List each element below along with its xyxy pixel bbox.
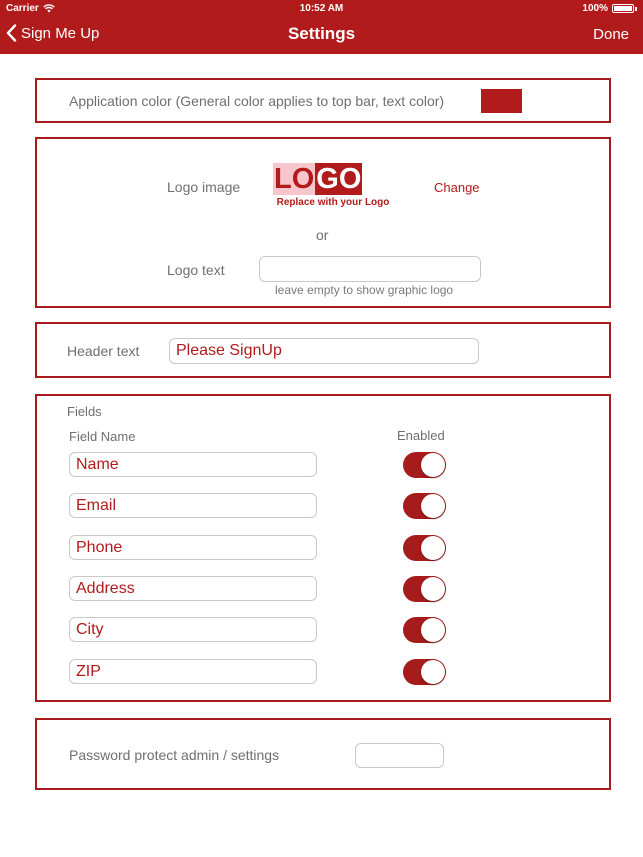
password-input[interactable] [355, 743, 444, 768]
back-button[interactable]: Sign Me Up [6, 24, 99, 42]
field-enabled-toggle[interactable] [403, 535, 446, 561]
toggle-knob [421, 577, 445, 601]
toggle-knob [421, 660, 445, 684]
toggle-knob [421, 494, 445, 518]
app-color-swatch[interactable] [481, 89, 522, 113]
field-name-input[interactable] [69, 576, 317, 601]
toggle-knob [421, 618, 445, 642]
status-time: 10:52 AM [299, 3, 344, 14]
logo-image[interactable]: LO GO Replace with your Logo [273, 163, 393, 208]
field-enabled-toggle[interactable] [403, 452, 446, 478]
field-enabled-toggle[interactable] [403, 576, 446, 602]
password-card: Password protect admin / settings [35, 718, 611, 790]
header-text-card: Header text [35, 322, 611, 378]
header-text-input[interactable] [169, 338, 479, 364]
field-name-input[interactable] [69, 535, 317, 560]
fields-section-title: Fields [67, 404, 102, 419]
toggle-knob [421, 536, 445, 560]
field-name-input[interactable] [69, 617, 317, 642]
logo-text-hint: leave empty to show graphic logo [275, 283, 454, 297]
logo-image-label: Logo image [167, 179, 241, 195]
battery-percent: 100% [582, 3, 608, 14]
logo-graphic-lo: LO [273, 163, 316, 195]
password-label: Password protect admin / settings [69, 747, 280, 763]
field-name-column-header: Field Name [69, 429, 136, 444]
battery-icon [612, 4, 634, 13]
logo-graphic-go: GO [315, 163, 363, 195]
logo-text-label: Logo text [167, 262, 225, 278]
fields-card: Fields Field Name Enabled [35, 394, 611, 702]
field-enabled-toggle[interactable] [403, 493, 446, 519]
logo-tagline: Replace with your Logo [276, 197, 390, 208]
navigation-bar: Carrier 10:52 AM 100% Sign Me Up Setting… [0, 0, 643, 54]
field-name-input[interactable] [69, 452, 317, 477]
status-battery: 100% [582, 3, 637, 14]
enabled-column-header: Enabled [397, 428, 445, 443]
field-enabled-toggle[interactable] [403, 659, 446, 685]
field-enabled-toggle[interactable] [403, 617, 446, 643]
field-name-input[interactable] [69, 659, 317, 684]
battery-tip-icon [635, 6, 637, 11]
or-label: or [316, 227, 329, 243]
app-color-label: Application color (General color applies… [69, 93, 445, 109]
logo-card: Logo image LO GO Replace with your Logo … [35, 137, 611, 308]
app-color-card: Application color (General color applies… [35, 78, 611, 123]
logo-graphic: LO GO [273, 163, 393, 195]
back-button-label: Sign Me Up [21, 24, 100, 42]
change-logo-button[interactable]: Change [434, 180, 480, 195]
done-button[interactable]: Done [593, 26, 629, 43]
toggle-knob [421, 453, 445, 477]
chevron-left-icon [6, 24, 17, 42]
logo-text-input[interactable] [259, 256, 481, 282]
field-name-input[interactable] [69, 493, 317, 518]
header-text-label: Header text [67, 343, 140, 359]
